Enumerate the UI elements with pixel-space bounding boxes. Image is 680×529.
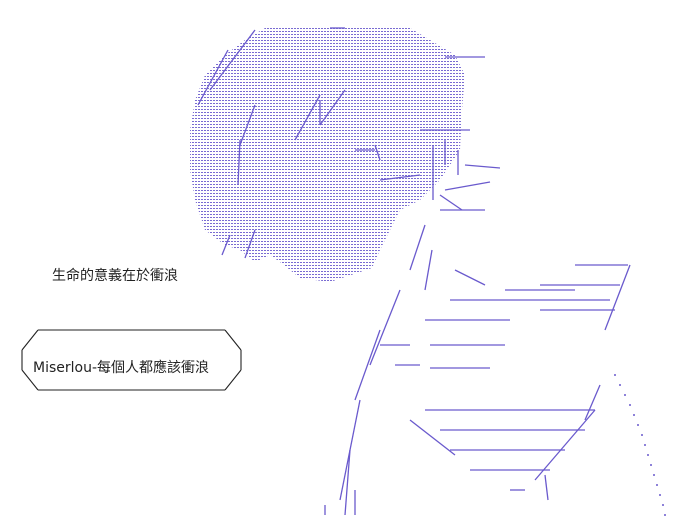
speech-bubble-text: Miserlou-每個人都應該衝浪 <box>33 360 210 376</box>
hair-shape <box>190 27 485 282</box>
motion-dots <box>614 374 666 516</box>
caption-text: 生命的意義在於衝浪 <box>52 268 178 284</box>
surfboard <box>409 409 596 501</box>
torso <box>324 224 631 516</box>
